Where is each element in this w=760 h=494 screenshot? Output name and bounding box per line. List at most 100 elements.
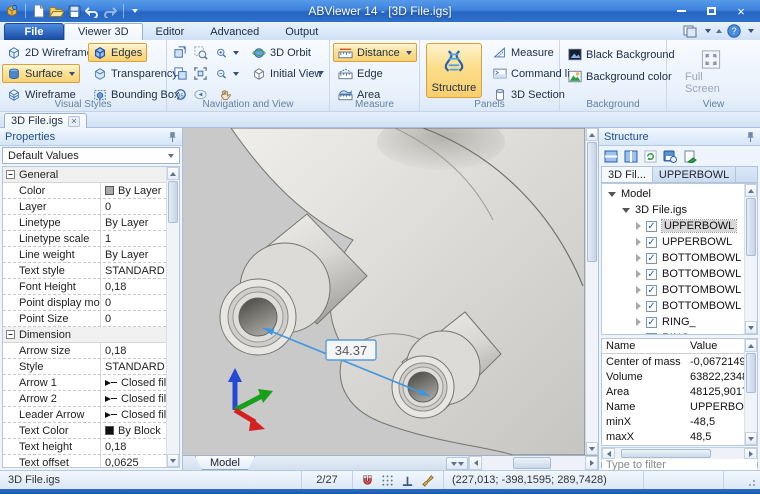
tab-viewer-3d[interactable]: Viewer 3D: [64, 23, 143, 40]
table-row[interactable]: minX-48,5: [602, 414, 744, 429]
tree-scrollbar[interactable]: [744, 184, 757, 334]
preset-dropdown[interactable]: Default Values: [2, 147, 180, 164]
expander-closed-icon[interactable]: [636, 334, 641, 335]
tree-checkbox[interactable]: ✓: [646, 221, 657, 232]
tree-checkbox[interactable]: ✓: [646, 333, 657, 336]
open-file-icon[interactable]: [49, 5, 64, 18]
zoom-in-button[interactable]: [211, 43, 244, 62]
section-dimension[interactable]: Dimension: [3, 327, 166, 343]
scroll-up-icon[interactable]: [745, 339, 757, 352]
property-row-text-height[interactable]: Text height0,18: [3, 439, 166, 455]
scrollbar-thumb[interactable]: [621, 449, 711, 458]
tree-checkbox[interactable]: ✓: [646, 301, 657, 312]
scrollbar-thumb[interactable]: [168, 181, 178, 223]
scroll-up-icon[interactable]: [586, 128, 598, 141]
scrollbar-thumb[interactable]: [746, 198, 756, 256]
tree-checkbox[interactable]: ✓: [646, 253, 657, 264]
close-button[interactable]: ×: [726, 2, 756, 20]
table-header-row[interactable]: NameValue: [602, 339, 744, 354]
table-row[interactable]: Center of mass-0,0672149757: [602, 354, 744, 369]
scroll-down-icon[interactable]: [745, 321, 757, 334]
property-row-layer[interactable]: Layer0: [3, 199, 166, 215]
collapse-tabs-button[interactable]: [446, 457, 468, 470]
property-row-arrow-1[interactable]: Arrow 1Closed filled: [3, 375, 166, 391]
zoom-extents-button[interactable]: [191, 64, 210, 83]
new-file-icon[interactable]: [32, 4, 45, 18]
help-caret-icon[interactable]: [748, 29, 754, 33]
tree-item[interactable]: ✓BOTTOMBOWL: [602, 266, 744, 282]
scroll-right-icon[interactable]: [744, 448, 757, 459]
document-tab-close-icon[interactable]: ×: [68, 116, 80, 127]
property-row-color[interactable]: ColorBy Layer: [3, 183, 166, 199]
viewport-vscrollbar[interactable]: [585, 128, 598, 455]
property-row-point-display-mode[interactable]: Point display mode0: [3, 295, 166, 311]
black-background-button[interactable]: Black Background: [563, 45, 680, 64]
table-row[interactable]: minY-77: [602, 444, 744, 446]
section-general[interactable]: General: [3, 167, 166, 183]
property-row-linetype-scale[interactable]: Linetype scale1: [3, 231, 166, 247]
expander-closed-icon[interactable]: [636, 318, 641, 326]
maximize-button[interactable]: [696, 2, 726, 20]
collapse-ribbon-icon[interactable]: [716, 29, 722, 33]
surface-button[interactable]: Surface: [2, 64, 80, 83]
ortho-icon[interactable]: [401, 474, 414, 487]
table-row[interactable]: Area48125,9017897: [602, 384, 744, 399]
table-row[interactable]: NameUPPERBOWL: [602, 399, 744, 414]
background-color-button[interactable]: Background color: [563, 67, 677, 86]
zoom-window-button[interactable]: [191, 43, 210, 62]
model-layout-tab[interactable]: Model: [195, 456, 255, 470]
structure-tab-file[interactable]: 3D Fil...: [602, 167, 653, 182]
structure-tab-upperbowl[interactable]: UPPERBOWL: [653, 167, 736, 182]
expander-closed-icon[interactable]: [636, 238, 641, 246]
scroll-down-icon[interactable]: [167, 454, 179, 467]
pin-icon[interactable]: [168, 131, 177, 142]
tree-checkbox[interactable]: ✓: [646, 237, 657, 248]
expander-open-icon[interactable]: [608, 192, 616, 197]
redo-icon[interactable]: [103, 5, 117, 18]
property-row-point-size[interactable]: Point Size0: [3, 311, 166, 327]
tree-item[interactable]: ✓RING_: [602, 314, 744, 330]
paint-icon[interactable]: [421, 474, 435, 487]
refresh-icon[interactable]: [644, 150, 657, 163]
table-row[interactable]: Volume63822,2348948: [602, 369, 744, 384]
property-row-arrow-size[interactable]: Arrow size0,18: [3, 343, 166, 359]
measure-panel-button[interactable]: Measure: [488, 43, 559, 62]
expander-closed-icon[interactable]: [636, 302, 641, 310]
property-row-linetype[interactable]: LinetypeBy Layer: [3, 215, 166, 231]
3d-orbit-button[interactable]: 3D Orbit: [247, 43, 316, 62]
property-row-font-height[interactable]: Font Height0,18: [3, 279, 166, 295]
property-row-arrow-2[interactable]: Arrow 2Closed filled: [3, 391, 166, 407]
scrollbar-thumb[interactable]: [513, 457, 551, 469]
2d-wireframe-button[interactable]: 2D Wireframe: [2, 43, 98, 62]
initial-view-button[interactable]: Initial View: [247, 64, 327, 83]
viewport-3d[interactable]: 34.37: [183, 128, 585, 455]
resize-grip-icon[interactable]: [748, 477, 758, 487]
snap-magnet-icon[interactable]: [361, 474, 374, 487]
property-row-text-color[interactable]: Text ColorBy Block: [3, 423, 166, 439]
table-row[interactable]: maxX48,5: [602, 429, 744, 444]
property-row-line-weight[interactable]: Line weightBy Layer: [3, 247, 166, 263]
tree-node-model[interactable]: Model: [602, 186, 744, 202]
property-row-style[interactable]: StyleSTANDARD: [3, 359, 166, 375]
scroll-down-icon[interactable]: [586, 442, 598, 455]
tree-node-file[interactable]: 3D File.igs: [602, 202, 744, 218]
expander-open-icon[interactable]: [622, 208, 630, 213]
export-structure-icon[interactable]: [683, 150, 697, 163]
viewport-hscrollbar[interactable]: [468, 456, 598, 470]
expander-closed-icon[interactable]: [636, 222, 641, 230]
scroll-left-icon[interactable]: [469, 456, 482, 470]
tree-item[interactable]: ✓UPPERBOWL: [602, 218, 744, 234]
expander-closed-icon[interactable]: [636, 286, 641, 294]
scroll-up-icon[interactable]: [167, 167, 179, 180]
initial-view-caret-icon[interactable]: [318, 71, 324, 75]
rotate-view-button[interactable]: [171, 43, 190, 62]
style-selector-icon[interactable]: [683, 25, 698, 38]
tree-item[interactable]: ✓BOTTOMBOWL: [602, 282, 744, 298]
scroll-down-icon[interactable]: [745, 432, 757, 445]
port-small-bore[interactable]: [408, 372, 438, 402]
qat-more-icon[interactable]: [132, 9, 138, 13]
scrollbar-thumb[interactable]: [746, 353, 756, 393]
tree-item[interactable]: ✓RING_: [602, 330, 744, 335]
scroll-up-icon[interactable]: [745, 184, 757, 197]
property-row-leader-arrow[interactable]: Leader ArrowClosed filled: [3, 407, 166, 423]
